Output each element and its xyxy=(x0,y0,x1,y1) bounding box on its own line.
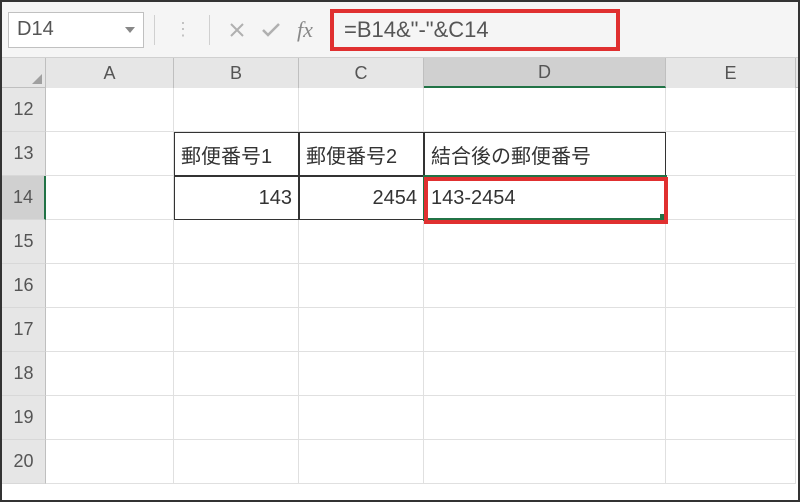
cell-B15[interactable] xyxy=(174,220,299,264)
name-box-dropdown-icon[interactable] xyxy=(125,27,135,33)
select-all-corner[interactable] xyxy=(2,58,46,88)
cell-E13[interactable] xyxy=(666,132,796,176)
col-header-C[interactable]: C xyxy=(299,58,424,88)
cell-B19[interactable] xyxy=(174,396,299,440)
cell-C18[interactable] xyxy=(299,352,424,396)
cell-E18[interactable] xyxy=(666,352,796,396)
cell-C16[interactable] xyxy=(299,264,424,308)
enter-icon[interactable] xyxy=(256,15,286,45)
formula-input[interactable] xyxy=(344,17,606,43)
row-header-18[interactable]: 18 xyxy=(2,352,46,396)
cell-D14[interactable]: 143-2454 xyxy=(424,176,666,220)
cell-D19[interactable] xyxy=(424,396,666,440)
col-header-A[interactable]: A xyxy=(46,58,174,88)
cell-B14[interactable]: 143 xyxy=(174,176,299,220)
cell-D17[interactable] xyxy=(424,308,666,352)
cell-A16[interactable] xyxy=(46,264,174,308)
cell-E14[interactable] xyxy=(666,176,796,220)
cell-A12[interactable] xyxy=(46,88,174,132)
row-header-12[interactable]: 12 xyxy=(2,88,46,132)
name-box-value: D14 xyxy=(17,18,54,41)
cell-B16[interactable] xyxy=(174,264,299,308)
cell-C12[interactable] xyxy=(299,88,424,132)
cell-E20[interactable] xyxy=(666,440,796,484)
row-header-13[interactable]: 13 xyxy=(2,132,46,176)
formula-bar: D14 ⋮ fx xyxy=(2,2,798,58)
row-header-15[interactable]: 15 xyxy=(2,220,46,264)
cell-E19[interactable] xyxy=(666,396,796,440)
cell-B13[interactable]: 郵便番号1 xyxy=(174,132,299,176)
cell-A18[interactable] xyxy=(46,352,174,396)
col-header-D[interactable]: D xyxy=(424,58,666,88)
cell-C13[interactable]: 郵便番号2 xyxy=(299,132,424,176)
row-header-16[interactable]: 16 xyxy=(2,264,46,308)
cell-B17[interactable] xyxy=(174,308,299,352)
cell-A20[interactable] xyxy=(46,440,174,484)
name-box[interactable]: D14 xyxy=(8,12,144,48)
col-header-B[interactable]: B xyxy=(174,58,299,88)
more-icon[interactable]: ⋮ xyxy=(167,15,197,45)
cell-D14-value: 143-2454 xyxy=(431,187,516,210)
separator xyxy=(154,15,155,45)
cell-D16[interactable] xyxy=(424,264,666,308)
cell-E16[interactable] xyxy=(666,264,796,308)
cell-A15[interactable] xyxy=(46,220,174,264)
cell-E12[interactable] xyxy=(666,88,796,132)
cell-D15[interactable] xyxy=(424,220,666,264)
cell-B20[interactable] xyxy=(174,440,299,484)
cell-C17[interactable] xyxy=(299,308,424,352)
cell-E15[interactable] xyxy=(666,220,796,264)
row-header-14[interactable]: 14 xyxy=(2,176,46,220)
cell-A14[interactable] xyxy=(46,176,174,220)
cell-A19[interactable] xyxy=(46,396,174,440)
cell-A17[interactable] xyxy=(46,308,174,352)
fx-icon[interactable]: fx xyxy=(290,15,320,45)
cell-B12[interactable] xyxy=(174,88,299,132)
col-header-E[interactable]: E xyxy=(666,58,796,88)
cancel-icon[interactable] xyxy=(222,15,252,45)
separator xyxy=(209,15,210,45)
row-header-20[interactable]: 20 xyxy=(2,440,46,484)
cell-C14[interactable]: 2454 xyxy=(299,176,424,220)
cell-C20[interactable] xyxy=(299,440,424,484)
cell-A13[interactable] xyxy=(46,132,174,176)
cell-D13[interactable]: 結合後の郵便番号 xyxy=(424,132,666,176)
cell-D18[interactable] xyxy=(424,352,666,396)
cell-E17[interactable] xyxy=(666,308,796,352)
row-header-19[interactable]: 19 xyxy=(2,396,46,440)
cell-D12[interactable] xyxy=(424,88,666,132)
cell-D20[interactable] xyxy=(424,440,666,484)
formula-highlight xyxy=(330,9,620,51)
cell-B18[interactable] xyxy=(174,352,299,396)
spreadsheet-grid: A B C D E 12 13 郵便番号1 郵便番号2 結合後の郵便番号 14 … xyxy=(2,58,798,484)
cell-C19[interactable] xyxy=(299,396,424,440)
corner-triangle-icon xyxy=(32,74,42,84)
row-header-17[interactable]: 17 xyxy=(2,308,46,352)
cell-C15[interactable] xyxy=(299,220,424,264)
